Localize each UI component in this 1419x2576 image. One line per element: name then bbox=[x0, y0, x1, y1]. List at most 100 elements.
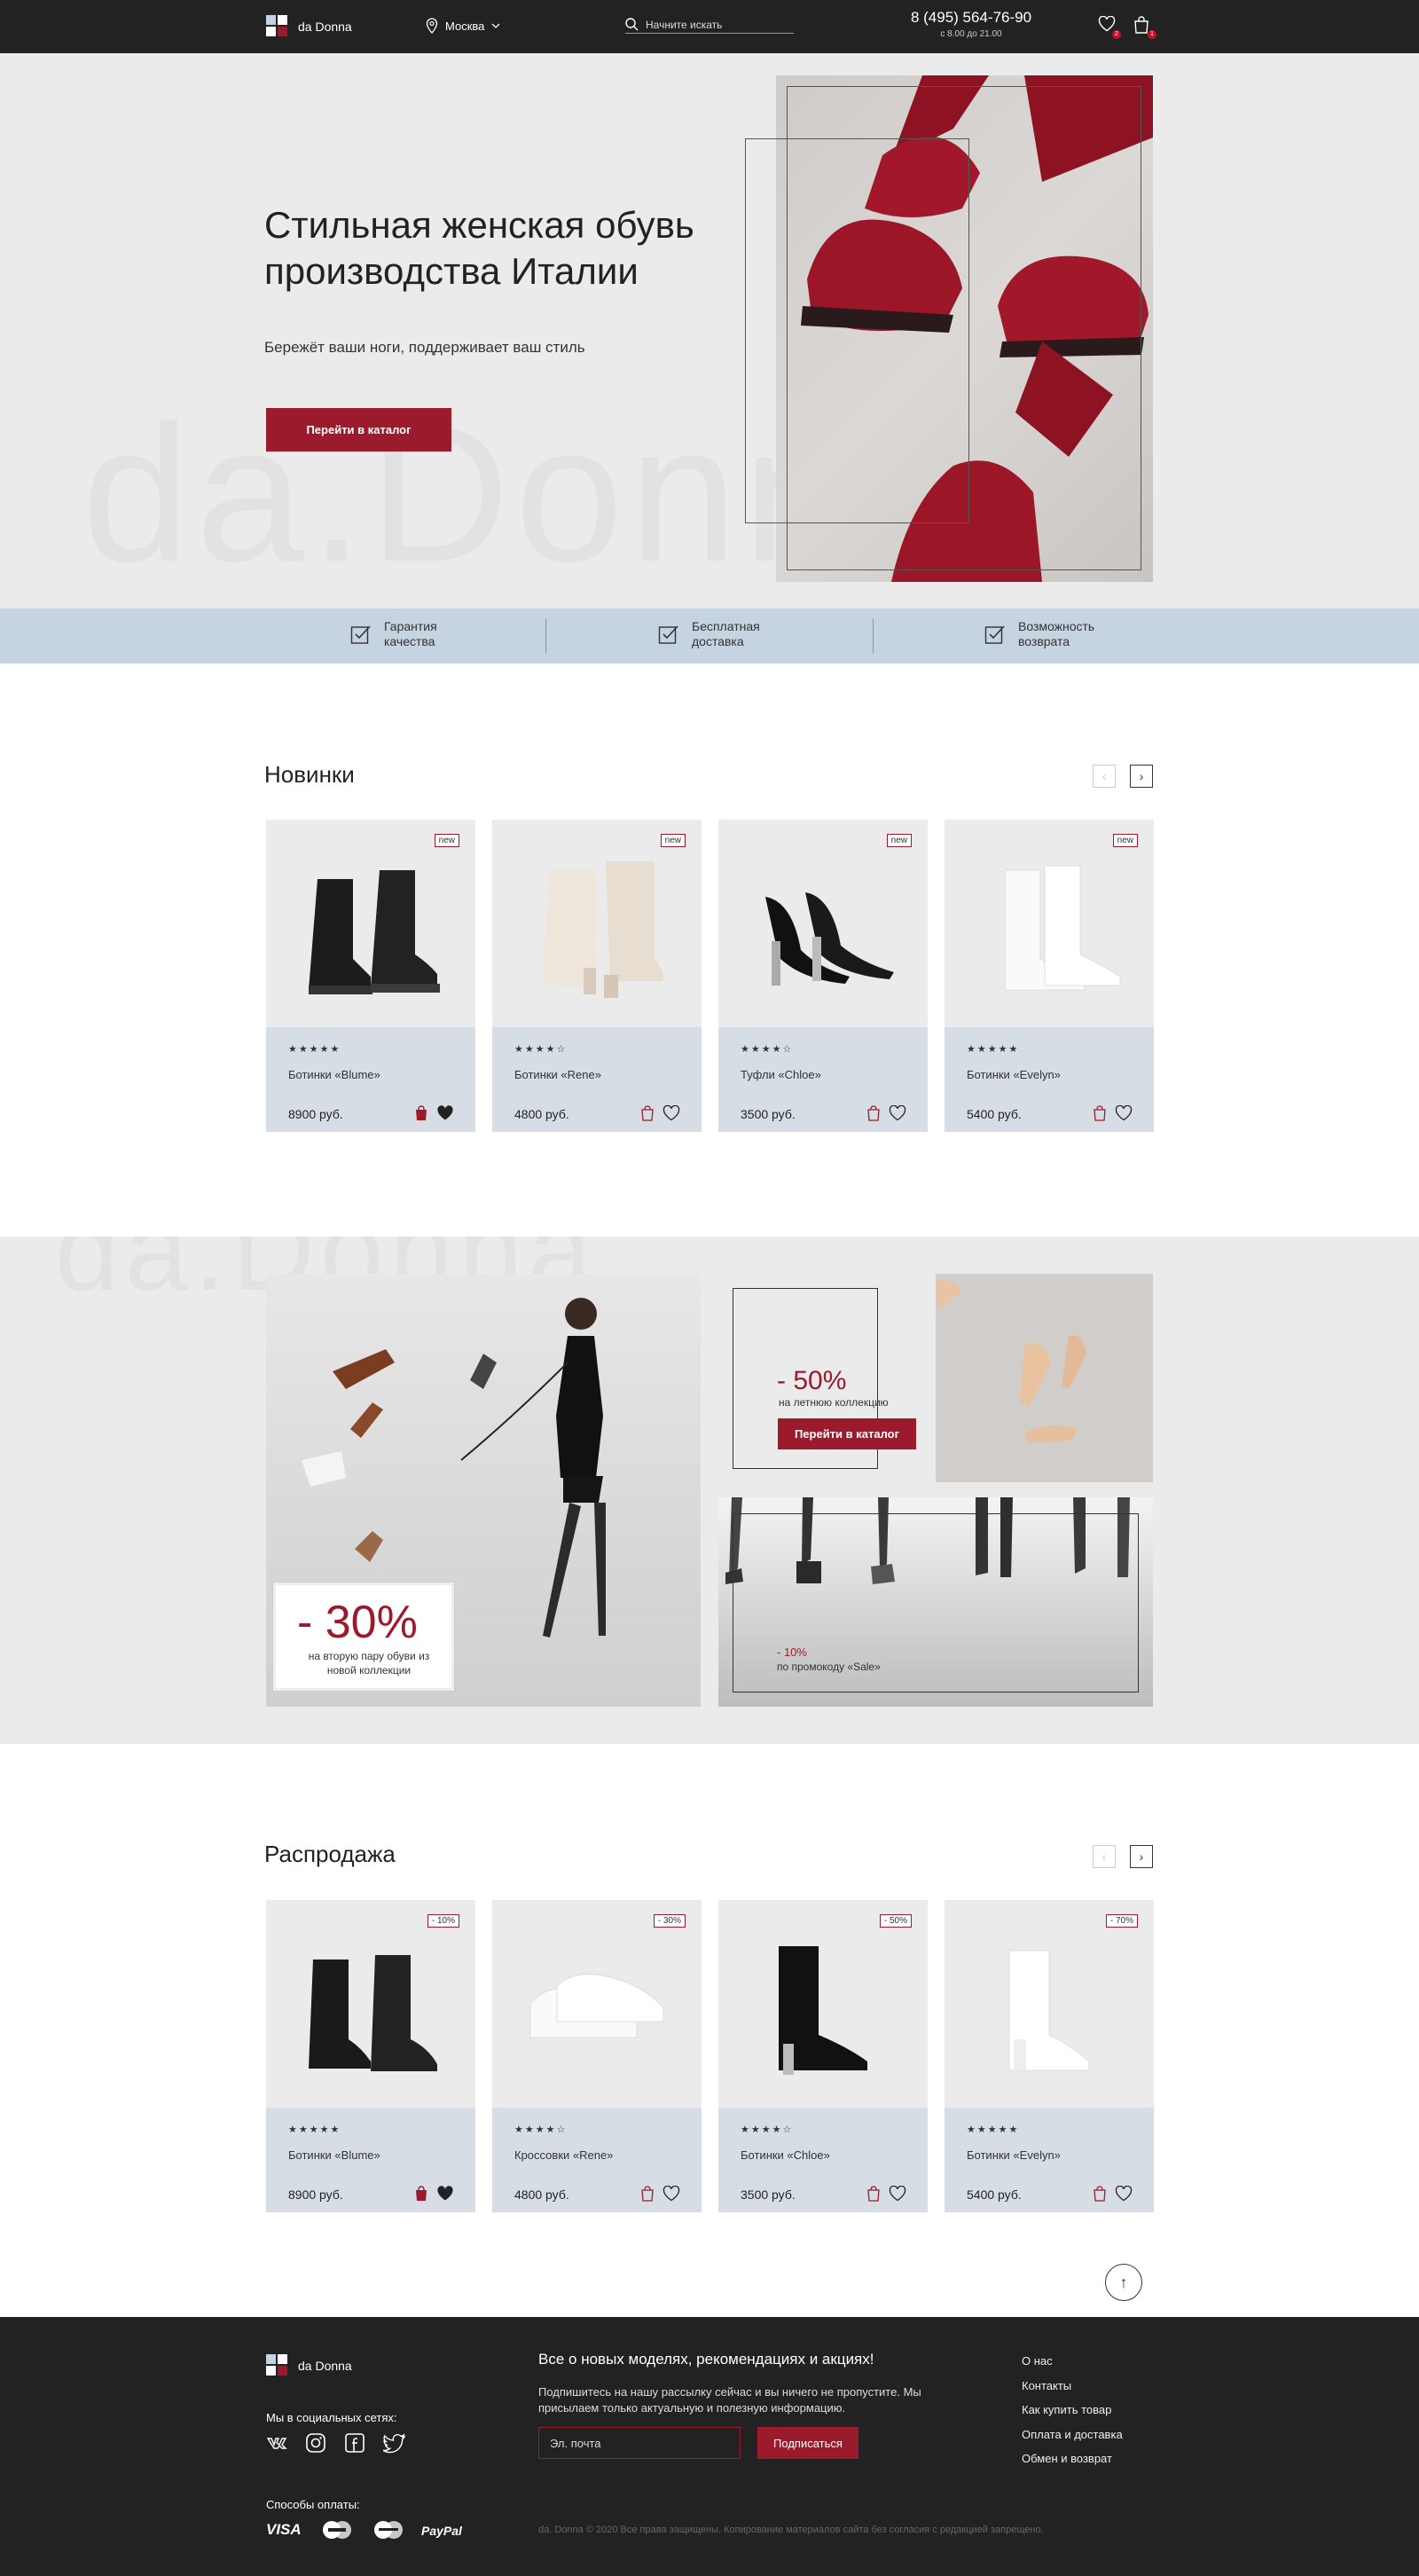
discount-tag: - 10% bbox=[427, 1914, 459, 1928]
footer-link-contacts[interactable]: Контакты bbox=[1022, 2374, 1123, 2399]
facebook-icon[interactable] bbox=[344, 2432, 365, 2454]
footer-link-exchange-return[interactable]: Обмен и возврат bbox=[1022, 2446, 1123, 2471]
cart-icon[interactable] bbox=[1092, 2186, 1108, 2202]
product-image[interactable] bbox=[945, 820, 1154, 1027]
product-card[interactable]: - 50% ★★★★☆ Ботинки «Chloe» 3500 руб. bbox=[718, 1900, 928, 2212]
subscribe-button[interactable]: Подписаться bbox=[757, 2427, 858, 2459]
hero-subtitle: Бережёт ваши ноги, поддерживает ваш стил… bbox=[264, 339, 585, 356]
search-icon[interactable] bbox=[625, 18, 639, 31]
summer-catalog-button[interactable]: Перейти в каталог bbox=[778, 1418, 916, 1449]
cart-icon[interactable] bbox=[1092, 1105, 1108, 1121]
heart-icon[interactable] bbox=[1115, 1105, 1133, 1121]
product-name[interactable]: Туфли «Chloe» bbox=[741, 1068, 821, 1081]
product-card[interactable]: new ★★★★★ Ботинки «Blume» 8900 руб. bbox=[266, 820, 475, 1132]
email-field[interactable] bbox=[538, 2427, 741, 2459]
cart-icon[interactable] bbox=[866, 2186, 882, 2202]
cart-icon[interactable] bbox=[413, 1105, 429, 1121]
city-label: Москва bbox=[445, 19, 485, 33]
checkbox-icon bbox=[350, 625, 371, 644]
product-image[interactable] bbox=[492, 1900, 702, 2108]
product-card[interactable]: - 70% ★★★★★ Ботинки «Evelyn» 5400 руб. bbox=[945, 1900, 1154, 2212]
footer-link-how-to-buy[interactable]: Как купить товар bbox=[1022, 2398, 1123, 2423]
product-card[interactable]: new ★★★★★ Ботинки «Evelyn» 5400 руб. bbox=[945, 820, 1154, 1132]
product-tag: new bbox=[1112, 834, 1138, 847]
prev-arrow-button[interactable]: ‹ bbox=[1093, 1845, 1116, 1868]
footer-logo[interactable]: da Donna bbox=[266, 2354, 352, 2377]
chevron-right-icon: › bbox=[1139, 1850, 1144, 1864]
search-input[interactable] bbox=[646, 18, 788, 31]
twitter-icon[interactable] bbox=[383, 2432, 406, 2454]
white-ankle-boot-illustration bbox=[1008, 1950, 1090, 2071]
product-image[interactable] bbox=[945, 1900, 1154, 2108]
product-name[interactable]: Ботинки «Rene» bbox=[514, 1068, 601, 1081]
phone-number[interactable]: 8 (495) 564-76-90 bbox=[887, 9, 1055, 27]
summer-text: на летнюю коллекцию bbox=[779, 1396, 889, 1409]
cart-button[interactable]: 1 bbox=[1133, 16, 1156, 39]
heart-icon[interactable] bbox=[889, 2186, 906, 2202]
prev-arrow-button[interactable]: ‹ bbox=[1093, 765, 1116, 788]
product-name[interactable]: Ботинки «Evelyn» bbox=[967, 2148, 1061, 2162]
cart-icon[interactable] bbox=[866, 1105, 882, 1121]
product-card[interactable]: new ★★★★☆ Ботинки «Rene» 4800 руб. bbox=[492, 820, 702, 1132]
rating-stars: ★★★★☆ bbox=[514, 2124, 568, 2135]
site-header: da Donna Москва 8 (495) 564-76-90 с 8.00… bbox=[0, 0, 1419, 53]
heart-icon[interactable] bbox=[662, 1105, 680, 1121]
product-tag: new bbox=[886, 834, 912, 847]
product-card[interactable]: - 10% ★★★★★ Ботинки «Blume» 8900 руб. bbox=[266, 1900, 475, 2212]
catalog-button[interactable]: Перейти в каталог bbox=[266, 408, 451, 452]
product-image[interactable] bbox=[266, 820, 475, 1027]
product-name[interactable]: Ботинки «Chloe» bbox=[741, 2148, 830, 2162]
benefit-delivery: Бесплатная доставка bbox=[658, 619, 772, 649]
footer-link-payment-delivery[interactable]: Оплата и доставка bbox=[1022, 2423, 1123, 2447]
payment-title: Способы оплаты: bbox=[266, 2498, 360, 2511]
search-box bbox=[625, 16, 794, 34]
product-card[interactable]: new ★★★★☆ Туфли «Chloe» 3500 руб. bbox=[718, 820, 928, 1132]
next-arrow-button[interactable]: › bbox=[1130, 1845, 1153, 1868]
rating-stars: ★★★★★ bbox=[967, 2124, 1020, 2135]
heart-icon[interactable] bbox=[662, 2186, 680, 2202]
white-laceup-boot-illustration bbox=[1004, 865, 1121, 991]
black-chelsea-boot-illustration bbox=[309, 870, 440, 994]
promo-code-tile[interactable]: - 10% по промокоду «Sale» bbox=[718, 1497, 1153, 1707]
quilted-ankle-boot-illustration bbox=[544, 861, 663, 998]
cart-icon[interactable] bbox=[413, 2186, 429, 2202]
brand-logo[interactable]: da Donna bbox=[266, 15, 352, 38]
product-image[interactable] bbox=[718, 1900, 928, 2108]
footer-link-about[interactable]: О нас bbox=[1022, 2349, 1123, 2374]
promo-big-tile[interactable]: - 30% на вторую пару обуви из новой колл… bbox=[266, 1274, 701, 1707]
product-name[interactable]: Ботинки «Evelyn» bbox=[967, 1068, 1061, 1081]
heart-icon[interactable] bbox=[889, 1105, 906, 1121]
product-name[interactable]: Кроссовки «Rene» bbox=[514, 2148, 613, 2162]
product-name[interactable]: Ботинки «Blume» bbox=[288, 1068, 380, 1081]
promo-summer-tile[interactable]: - 50% на летнюю коллекцию Перейти в ката… bbox=[718, 1274, 1153, 1482]
sale-section-title: Распродажа bbox=[264, 1841, 396, 1867]
rating-stars: ★★★★☆ bbox=[741, 1044, 794, 1055]
instagram-icon[interactable] bbox=[305, 2432, 326, 2454]
social-title: Мы в социальных сетях: bbox=[266, 2411, 397, 2424]
working-hours: с 8.00 до 21.00 bbox=[940, 29, 1002, 39]
benefit-label: Гарантия качества bbox=[384, 619, 437, 648]
promo-code-text: по промокоду «Sale» bbox=[777, 1661, 881, 1673]
scroll-to-top-button[interactable]: ↑ bbox=[1105, 2264, 1142, 2301]
black-ankle-boot-illustration bbox=[309, 1955, 437, 2071]
product-price: 5400 руб. bbox=[967, 2187, 1022, 2202]
product-card[interactable]: - 30% ★★★★☆ Кроссовки «Rene» 4800 руб. bbox=[492, 1900, 702, 2212]
arrow-up-icon: ↑ bbox=[1119, 2273, 1128, 2291]
product-image[interactable] bbox=[492, 820, 702, 1027]
new-section-title: Новинки bbox=[264, 761, 355, 788]
product-name[interactable]: Ботинки «Blume» bbox=[288, 2148, 380, 2162]
next-arrow-button[interactable]: › bbox=[1130, 765, 1153, 788]
cart-icon[interactable] bbox=[639, 1105, 655, 1121]
promo-big-percent: - 30% bbox=[297, 1597, 418, 1648]
heart-icon[interactable] bbox=[1115, 2186, 1133, 2202]
cart-icon[interactable] bbox=[639, 2186, 655, 2202]
favorites-button[interactable]: 2 bbox=[1098, 15, 1121, 39]
product-image[interactable] bbox=[718, 820, 928, 1027]
city-selector[interactable]: Москва bbox=[426, 18, 500, 34]
promo-big-label: - 30% на вторую пару обуви из новой колл… bbox=[273, 1583, 454, 1691]
heart-icon[interactable] bbox=[436, 1105, 454, 1121]
chevron-left-icon: ‹ bbox=[1101, 1850, 1107, 1864]
vk-icon[interactable] bbox=[266, 2432, 287, 2454]
product-image[interactable] bbox=[266, 1900, 475, 2108]
heart-icon[interactable] bbox=[436, 2186, 454, 2202]
